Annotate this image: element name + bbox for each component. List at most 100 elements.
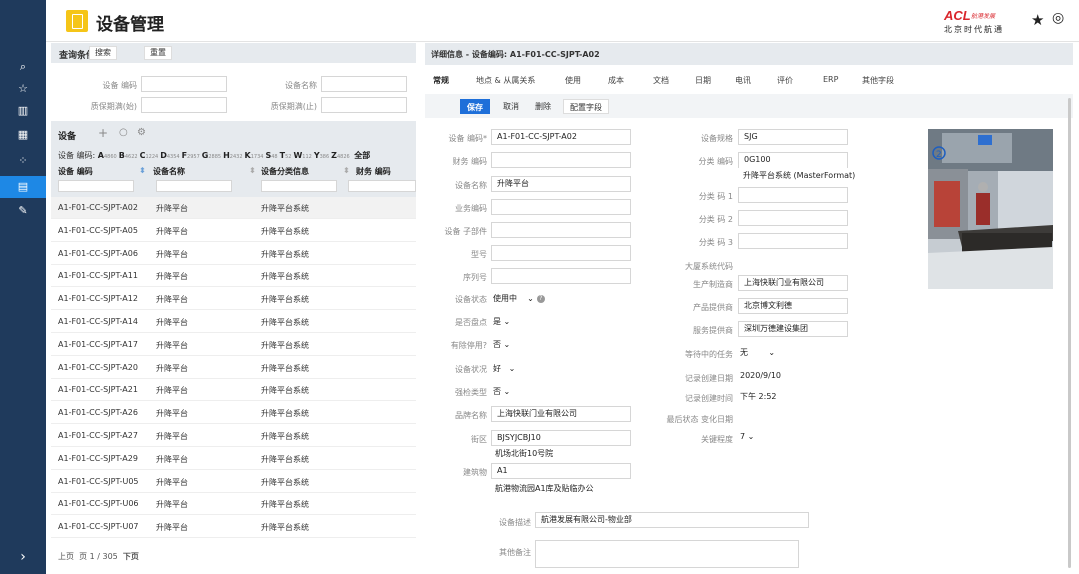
- refresh-icon[interactable]: ○: [119, 127, 128, 138]
- table-row[interactable]: A1-F01-CC-SJPT-A14 升降平台 升降平台系统: [51, 311, 416, 333]
- detail-field-3[interactable]: [491, 199, 631, 215]
- building-field[interactable]: A1: [491, 463, 631, 479]
- tab-4[interactable]: 文档: [653, 75, 669, 86]
- warranty-end-input[interactable]: [321, 97, 407, 113]
- cell-class: 升降平台系统: [261, 363, 309, 373]
- cell-name: 升降平台: [156, 477, 188, 487]
- equipment-code-input[interactable]: [141, 76, 227, 92]
- table-row[interactable]: A1-F01-CC-SJPT-A02 升降平台 升降平台系统: [51, 197, 416, 219]
- next-page-link[interactable]: 下页: [123, 552, 139, 561]
- class-field[interactable]: 0G100: [738, 152, 848, 168]
- table-row[interactable]: A1-F01-CC-SJPT-A21 升降平台 升降平台系统: [51, 379, 416, 402]
- letter-Y[interactable]: Y: [314, 151, 320, 160]
- letter-B[interactable]: B: [119, 151, 125, 160]
- table-row[interactable]: A1-F01-CC-SJPT-A05 升降平台 升降平台系统: [51, 220, 416, 242]
- condition-select[interactable]: 好 ⌄: [493, 363, 515, 374]
- add-icon[interactable]: +: [98, 126, 108, 140]
- col-code[interactable]: 设备 编码: [58, 166, 93, 177]
- brand-field[interactable]: 上海快联门业有限公司: [491, 406, 631, 422]
- detail-field-4[interactable]: [491, 222, 631, 238]
- tab-6[interactable]: 电讯: [735, 75, 751, 86]
- warranty-start-input[interactable]: [141, 97, 227, 113]
- task-select[interactable]: 无 ⌄: [740, 347, 775, 358]
- tab-8[interactable]: ERP: [823, 75, 838, 84]
- table-row[interactable]: A1-F01-CC-SJPT-A06 升降平台 升降平台系统: [51, 243, 416, 265]
- street-field[interactable]: BJSYJCBJ10: [491, 430, 631, 446]
- cancel-button[interactable]: 取消: [497, 99, 525, 114]
- tab-5[interactable]: 日期: [695, 75, 711, 86]
- filter-name-input[interactable]: [156, 180, 232, 192]
- detail-field-0[interactable]: A1-F01-CC-SJPT-A02: [491, 129, 631, 145]
- criticality-select[interactable]: 7 ⌄: [740, 432, 754, 441]
- service-field[interactable]: 深圳万德建设集团: [738, 321, 848, 337]
- tab-2[interactable]: 使用: [565, 75, 581, 86]
- table-row[interactable]: A1-F01-CC-SJPT-A12 升降平台 升降平台系统: [51, 288, 416, 311]
- cell-class: 升降平台系统: [261, 340, 309, 350]
- table-row[interactable]: A1-F01-CC-SJPT-A26 升降平台 升降平台系统: [51, 402, 416, 425]
- scrollbar[interactable]: [1068, 98, 1071, 568]
- save-button[interactable]: 保存: [460, 99, 490, 114]
- table-row[interactable]: A1-F01-CC-SJPT-A17 升降平台 升降平台系统: [51, 334, 416, 356]
- class-code-3[interactable]: [738, 233, 848, 249]
- col-name[interactable]: 设备名称: [153, 166, 185, 177]
- expand-icon[interactable]: ›: [0, 546, 46, 568]
- letter-filter[interactable]: 设备 编码: A4860 B4622 C1224 D4354 F2957 G2885 H24…: [58, 150, 370, 161]
- letter-D[interactable]: D: [160, 151, 167, 160]
- tab-3[interactable]: 成本: [608, 75, 624, 86]
- search-button[interactable]: 搜索: [89, 46, 117, 60]
- inventory-select[interactable]: 是 ⌄: [493, 316, 510, 327]
- filter-finance-input[interactable]: [348, 180, 416, 192]
- table-row[interactable]: A1-F01-CC-SJPT-A29 升降平台 升降平台系统: [51, 448, 416, 470]
- table-row[interactable]: A1-F01-CC-SJPT-U06 升降平台 升降平台系统: [51, 493, 416, 516]
- detail-field-6[interactable]: [491, 268, 631, 284]
- config-fields-button[interactable]: 配置字段: [563, 99, 609, 114]
- detail-field-5[interactable]: [491, 245, 631, 261]
- col-finance[interactable]: 财务 编码: [356, 166, 391, 177]
- inspection-select[interactable]: 否 ⌄: [493, 386, 510, 397]
- description-field[interactable]: 航港发展有限公司-物业部: [535, 512, 809, 528]
- status-select[interactable]: 使用中 ⌄?: [493, 293, 545, 304]
- manufacturer-field[interactable]: 上海快联门业有限公司: [738, 275, 848, 291]
- table-row[interactable]: A1-F01-CC-SJPT-U07 升降平台 升降平台系统: [51, 516, 416, 539]
- building-icon[interactable]: ▥: [0, 100, 46, 122]
- pager: 上页 页 1 / 305 下页: [58, 551, 139, 562]
- star-icon[interactable]: ★: [1031, 11, 1044, 29]
- document-icon[interactable]: ▤: [0, 176, 46, 198]
- gear-icon[interactable]: ⚙: [137, 127, 146, 138]
- wrench-icon[interactable]: ✎: [0, 200, 46, 222]
- table-row[interactable]: A1-F01-CC-SJPT-U05 升降平台 升降平台系统: [51, 471, 416, 493]
- search-icon[interactable]: ⌕: [0, 56, 46, 78]
- letter-K[interactable]: K: [245, 151, 251, 160]
- detail-field-1[interactable]: [491, 152, 631, 168]
- equipment-photo: 2: [928, 129, 1053, 289]
- spec-field[interactable]: SJG: [738, 129, 848, 145]
- cell-class: 升降平台系统: [261, 226, 309, 236]
- letter-all[interactable]: 全部: [354, 151, 370, 160]
- notes-field[interactable]: [535, 540, 799, 568]
- calendar-icon[interactable]: ▦: [0, 124, 46, 146]
- equipment-name-input[interactable]: [321, 76, 407, 92]
- stopped-select[interactable]: 否 ⌄: [493, 339, 510, 350]
- grid-icon[interactable]: ⁘: [0, 150, 46, 172]
- table-row[interactable]: A1-F01-CC-SJPT-A27 升降平台 升降平台系统: [51, 425, 416, 447]
- letter-H[interactable]: H: [223, 151, 230, 160]
- tab-1[interactable]: 地点 & 从属关系: [476, 75, 535, 86]
- table-row[interactable]: A1-F01-CC-SJPT-A20 升降平台 升降平台系统: [51, 357, 416, 379]
- delete-button[interactable]: 删除: [529, 99, 557, 114]
- col-class[interactable]: 设备分类信息: [261, 166, 309, 177]
- class-code-1[interactable]: [738, 187, 848, 203]
- class-code-2[interactable]: [738, 210, 848, 226]
- tab-9[interactable]: 其他字段: [862, 75, 894, 86]
- table-row[interactable]: A1-F01-CC-SJPT-A11 升降平台 升降平台系统: [51, 265, 416, 288]
- filter-code-input[interactable]: [58, 180, 134, 192]
- reset-button[interactable]: 重置: [144, 46, 172, 60]
- prev-page-link[interactable]: 上页: [58, 552, 74, 561]
- star-outline-icon[interactable]: ☆: [0, 78, 46, 100]
- user-circle-icon[interactable]: ◎: [1052, 10, 1064, 26]
- provider-field[interactable]: 北京博文利德: [738, 298, 848, 314]
- letter-W[interactable]: W: [293, 151, 302, 160]
- detail-field-2[interactable]: 升降平台: [491, 176, 631, 192]
- tab-0[interactable]: 常规: [433, 75, 449, 86]
- tab-7[interactable]: 评价: [777, 75, 793, 86]
- filter-class-input[interactable]: [261, 180, 337, 192]
